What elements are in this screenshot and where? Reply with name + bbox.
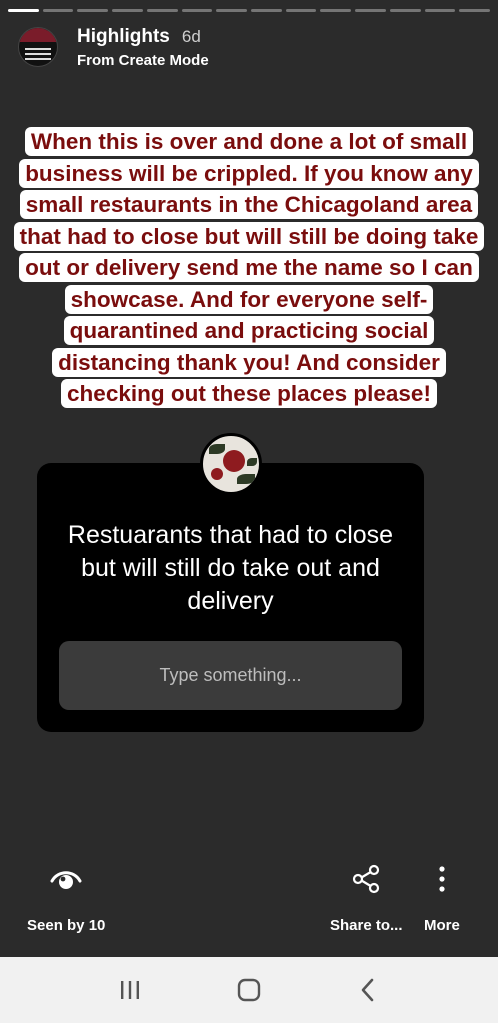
share-label: Share to... xyxy=(330,917,403,934)
caption-text: When this is over and done a lot of smal… xyxy=(13,127,485,408)
question-answer-input[interactable]: Type something... xyxy=(59,641,402,710)
share-icon xyxy=(349,862,383,896)
progress-segment xyxy=(459,9,491,12)
progress-segment xyxy=(77,9,109,12)
recents-icon[interactable] xyxy=(110,970,150,1010)
home-icon[interactable] xyxy=(229,970,269,1010)
progress-segment xyxy=(424,9,456,12)
share-button[interactable]: Share to... xyxy=(330,862,403,934)
story-progress-bar xyxy=(8,9,491,12)
progress-segment xyxy=(146,9,178,12)
progress-segment xyxy=(8,9,39,12)
more-button[interactable]: More xyxy=(424,862,460,934)
seen-by-button[interactable]: Seen by 10 xyxy=(27,862,105,934)
progress-segment xyxy=(320,9,352,12)
progress-segment xyxy=(389,9,421,12)
progress-segment xyxy=(216,9,248,12)
progress-segment xyxy=(112,9,143,12)
story-age: 6d xyxy=(181,26,201,46)
system-navigation-bar xyxy=(0,957,498,1023)
eye-icon xyxy=(49,862,83,896)
progress-segment xyxy=(42,9,74,12)
back-icon[interactable] xyxy=(348,970,388,1010)
story-header: Highlights 6d From Create Mode xyxy=(18,22,480,72)
progress-segment xyxy=(251,9,282,12)
story-source: From Create Mode xyxy=(77,51,209,69)
progress-segment xyxy=(285,9,317,12)
more-vertical-icon xyxy=(425,862,459,896)
question-title: Restuarants that had to close but will s… xyxy=(67,521,394,615)
progress-segment xyxy=(181,9,213,12)
highlight-avatar[interactable] xyxy=(18,27,58,67)
seen-by-label: Seen by 10 xyxy=(27,917,106,934)
more-label: More xyxy=(424,917,460,934)
question-avatar xyxy=(200,433,262,495)
progress-segment xyxy=(355,9,386,12)
question-sticker[interactable]: Restuarants that had to close but will s… xyxy=(37,463,424,732)
story-caption: When this is over and done a lot of smal… xyxy=(8,126,490,410)
highlight-title[interactable]: Highlights xyxy=(77,26,170,48)
